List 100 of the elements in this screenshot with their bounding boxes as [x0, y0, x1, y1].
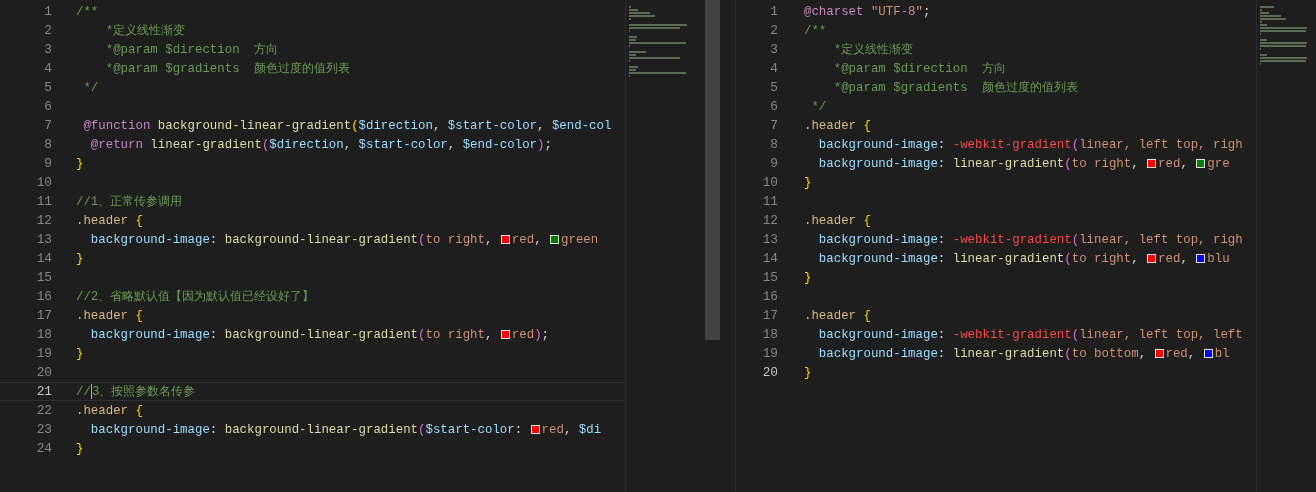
line-number: 3 — [769, 42, 778, 57]
text-cursor — [90, 384, 92, 399]
code-text: .header { — [76, 308, 143, 323]
line-number: 2 — [43, 23, 52, 38]
code-comment: //2、省略默认值【因为默认值已经设好了】 — [76, 289, 315, 305]
line-number: 8 — [43, 137, 52, 152]
code-text: .header { — [76, 403, 143, 418]
line-number: 11 — [761, 194, 778, 209]
code-text: green — [561, 232, 599, 247]
line-number: 12 — [35, 213, 52, 228]
line-number: 17 — [761, 308, 778, 323]
line-number: 16 — [761, 289, 778, 304]
code-text: .header { — [76, 213, 143, 228]
color-swatch-icon[interactable] — [500, 235, 510, 244]
line-number: 18 — [761, 327, 778, 342]
color-swatch-icon[interactable] — [1147, 159, 1157, 168]
code-text: red, — [1158, 251, 1189, 266]
code-text: background-image: background-linear-gradient(to right, — [89, 327, 494, 342]
code-text: red, — [1158, 156, 1189, 171]
line-number: 7 — [769, 118, 778, 133]
line-number: 14 — [35, 251, 52, 266]
code-text: red); — [511, 327, 550, 342]
line-number: 10 — [761, 175, 778, 190]
code-text: bl — [1214, 346, 1230, 361]
code-text: background-image: -webkit-gradient(linear, left top, righ — [817, 232, 1243, 247]
color-swatch-icon[interactable] — [1203, 349, 1213, 358]
line-number: 1 — [43, 4, 52, 19]
line-number: 11 — [35, 194, 52, 209]
color-swatch-icon[interactable] — [1196, 159, 1206, 168]
line-number: 12 — [761, 213, 778, 228]
code-comment: *@param $gradients 颜色过度的值列表 — [832, 80, 1079, 96]
line-number: 21 — [35, 384, 52, 399]
line-number: 19 — [35, 346, 52, 361]
line-number: 15 — [35, 270, 52, 285]
color-swatch-icon[interactable] — [1196, 254, 1206, 263]
line-number: 9 — [769, 156, 778, 171]
line-number: 17 — [35, 308, 52, 323]
code-text: } — [76, 441, 84, 456]
line-number: 13 — [761, 232, 778, 247]
code-comment: 3、按照参数名传参 — [91, 384, 196, 400]
code-text: background-image: -webkit-gradient(linear, left top, left — [817, 327, 1243, 342]
code-comment: *@param $direction 方向 — [104, 42, 279, 58]
code-comment: *@param $gradients 颜色过度的值列表 — [104, 61, 351, 77]
line-number: 10 — [35, 175, 52, 190]
line-number: 22 — [35, 403, 52, 418]
line-number: 6 — [43, 99, 52, 114]
line-number: 24 — [35, 441, 52, 456]
code-text: red, $di — [541, 422, 602, 437]
code-text: red, — [511, 232, 543, 247]
code-comment: */ — [810, 99, 827, 114]
code-text: } — [76, 346, 84, 361]
line-number: 19 — [761, 346, 778, 361]
color-swatch-icon[interactable] — [1154, 349, 1164, 358]
code-comment: /** — [804, 23, 827, 38]
code-text: } — [804, 270, 812, 285]
line-number: 2 — [769, 23, 778, 38]
code-text: } — [804, 175, 812, 190]
code-comment: *@param $direction 方向 — [832, 61, 1007, 77]
line-number: 18 — [35, 327, 52, 342]
code-comment: *定义线性渐变 — [832, 42, 914, 58]
color-swatch-icon[interactable] — [1147, 254, 1157, 263]
color-swatch-icon[interactable] — [530, 425, 540, 434]
color-swatch-icon[interactable] — [550, 235, 560, 244]
line-number: 13 — [35, 232, 52, 247]
line-number: 4 — [769, 61, 778, 76]
code-text: @function background-linear-gradient($direction, $start-color, $end-col — [82, 118, 612, 133]
code-text: .header { — [804, 213, 871, 228]
code-text: gre — [1207, 156, 1230, 171]
code-comment: */ — [82, 80, 99, 95]
line-number: 9 — [43, 156, 52, 171]
code-text: background-image: -webkit-gradient(linear, left top, righ — [817, 137, 1243, 152]
line-number: 6 — [769, 99, 778, 114]
line-number: 5 — [769, 80, 778, 95]
line-number: 14 — [761, 251, 778, 266]
line-number: 4 — [43, 61, 52, 76]
code-text: } — [76, 156, 84, 171]
color-swatch-icon[interactable] — [500, 330, 510, 339]
line-number: 1 — [769, 4, 778, 19]
code-text: } — [76, 251, 84, 266]
code-text: background-image: linear-gradient(to right, — [817, 251, 1140, 266]
code-text: } — [804, 365, 812, 380]
line-number: 7 — [43, 118, 52, 133]
code-text: blu — [1207, 251, 1230, 266]
code-text: red, — [1165, 346, 1197, 361]
code-text: .header { — [804, 118, 871, 133]
code-comment: /** — [76, 4, 99, 19]
line-number: 20 — [35, 365, 52, 380]
code-text: background-image: background-linear-gradient($start-color: — [89, 422, 524, 437]
code-text: @charset "UTF-8"; — [804, 4, 931, 19]
code-text: .header { — [804, 308, 871, 323]
code-comment: *定义线性渐变 — [104, 23, 186, 39]
line-number: 8 — [769, 137, 778, 152]
line-number: 23 — [35, 422, 52, 437]
code-text: background-image: background-linear-gradient(to right, — [89, 232, 494, 247]
code-text: background-image: linear-gradient(to bottom, — [817, 346, 1148, 361]
scrollbar-thumb[interactable] — [705, 0, 720, 340]
line-number: 16 — [35, 289, 52, 304]
line-number: 5 — [43, 80, 52, 95]
code-text: @return linear-gradient($direction, $start-color, $end-color); — [89, 137, 552, 152]
code-comment: //1、正常传参调用 — [76, 194, 183, 210]
